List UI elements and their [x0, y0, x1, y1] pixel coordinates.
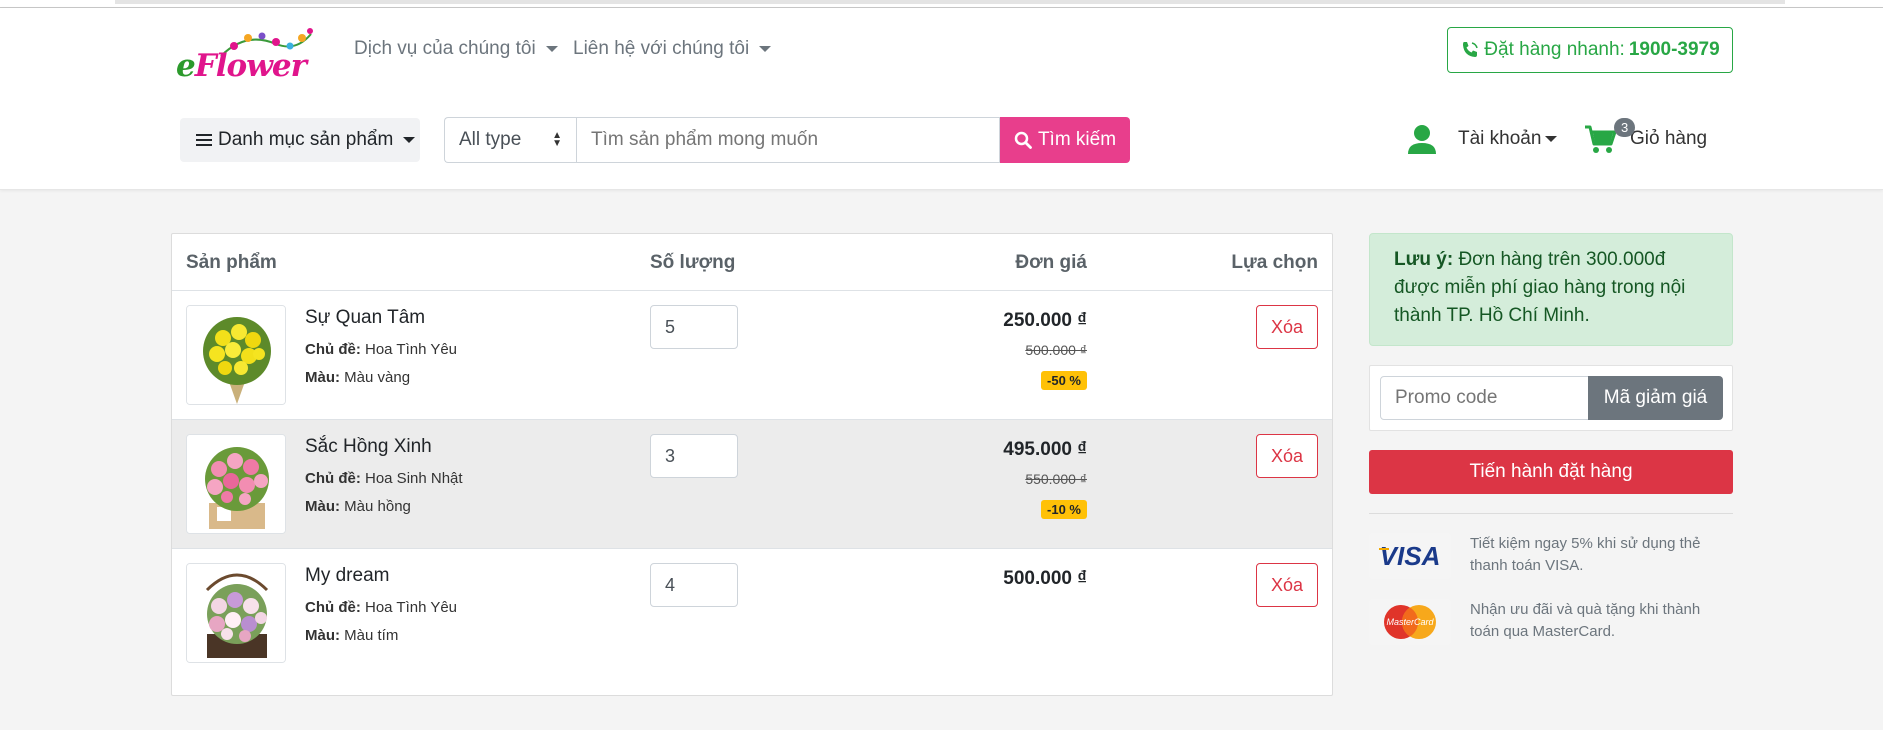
nav-services-label: Dịch vụ của chúng tôi	[354, 38, 536, 59]
site-logo[interactable]: eFlower	[176, 26, 316, 86]
logo-text: eFlower	[176, 48, 307, 84]
column-header-product: Sản phẩm	[186, 252, 277, 273]
mastercard-promo-text: Nhận ưu đãi và quà tặng khi thành toán q…	[1470, 601, 1701, 640]
chevron-down-icon	[545, 46, 558, 52]
discount-badge: -50 %	[1041, 371, 1087, 390]
old-price: 550.000 ₫	[1025, 471, 1087, 487]
nav-contact-label: Liên hệ với chúng tôi	[573, 38, 750, 59]
column-header-quantity: Số lượng	[650, 252, 736, 273]
svg-text:VISA: VISA	[1380, 541, 1441, 571]
topic-label: Chủ đề:	[305, 599, 361, 616]
product-name[interactable]: Sắc Hồng Xinh	[305, 436, 432, 458]
unit-price: 250.000 ₫	[1003, 310, 1087, 331]
nav-contact[interactable]: Liên hệ với chúng tôi	[573, 38, 772, 60]
product-topic: Chủ đề: Hoa Sinh Nhật	[305, 470, 463, 487]
promo-code-input[interactable]	[1380, 376, 1590, 420]
unit-price: 495.000 ₫	[1003, 439, 1087, 460]
hotline-number: 1900-3979	[1628, 39, 1720, 60]
product-topic: Chủ đề: Hoa Tình Yêu	[305, 599, 457, 616]
phone-icon	[1463, 42, 1479, 57]
category-menu-button[interactable]: Danh mục sản phẩm	[180, 118, 420, 162]
product-color: Màu: Màu hồng	[305, 498, 411, 515]
search-button[interactable]: Tìm kiếm	[1000, 117, 1130, 163]
chevron-down-icon	[759, 46, 772, 52]
cart-table: Sản phẩm Số lượng Đơn giá Lựa chọn Sự Qu…	[171, 233, 1333, 696]
shipping-note: Lưu ý: Đơn hàng trên 300.000đ được miễn …	[1369, 233, 1733, 346]
payment-mastercard: MasterCard Nhận ưu đãi và quà tặng khi t…	[1369, 599, 1733, 649]
hotline-button[interactable]: Đặt hàng nhanh: 1900-3979	[1447, 27, 1733, 73]
table-row: My dream Chủ đề: Hoa Tình Yêu Màu: Màu t…	[172, 548, 1332, 677]
quantity-input[interactable]: 5	[650, 305, 738, 349]
product-name[interactable]: Sự Quan Tâm	[305, 307, 425, 329]
visa-card-icon: VISA	[1369, 533, 1451, 579]
divider	[1369, 513, 1733, 514]
quantity-input[interactable]: 3	[650, 434, 738, 478]
chevron-down-icon	[403, 137, 416, 143]
color-value: Màu hồng	[344, 498, 411, 515]
cart-link[interactable]: 3 Giỏ hàng	[1584, 118, 1708, 154]
product-color: Màu: Màu tím	[305, 627, 398, 644]
yellow-roses-image	[187, 306, 285, 404]
promo-code-box: Mã giảm giá	[1369, 365, 1733, 431]
apply-promo-button[interactable]: Mã giảm giá	[1588, 376, 1723, 420]
color-label: Màu:	[305, 498, 340, 515]
color-value: Màu tím	[344, 627, 399, 644]
top-strip-shade	[115, 0, 1785, 4]
mastercard-card-icon: MasterCard	[1369, 599, 1451, 645]
column-header-action: Lựa chọn	[1231, 252, 1318, 273]
hamburger-icon	[196, 134, 212, 146]
visa-promo-text: Tiết kiệm ngay 5% khi sử dụng thẻ thanh …	[1470, 535, 1701, 574]
topic-label: Chủ đề:	[305, 341, 361, 358]
quantity-input[interactable]: 4	[650, 563, 738, 607]
checkout-button[interactable]: Tiến hành đặt hàng	[1369, 450, 1733, 494]
color-value: Màu vàng	[344, 369, 411, 386]
topic-label: Chủ đề:	[305, 470, 361, 487]
product-name[interactable]: My dream	[305, 565, 389, 587]
note-title: Lưu ý:	[1394, 249, 1454, 270]
search-input[interactable]	[576, 117, 1000, 163]
column-header-price: Đơn giá	[1015, 252, 1087, 273]
account-menu[interactable]: Tài khoản	[1406, 124, 1558, 154]
mixed-flowers-basket-image	[187, 564, 285, 662]
topic-value: Hoa Tình Yêu	[365, 341, 458, 358]
product-topic: Chủ đề: Hoa Tình Yêu	[305, 341, 457, 358]
cart-label: Giỏ hàng	[1630, 128, 1708, 149]
search-button-label: Tìm kiếm	[1037, 129, 1117, 150]
product-color: Màu: Màu vàng	[305, 369, 410, 386]
discount-badge: -10 %	[1041, 500, 1087, 519]
user-icon	[1408, 125, 1436, 154]
select-arrows-icon: ▲ ▼	[552, 130, 562, 149]
browser-top-strip	[0, 0, 1883, 8]
cart-count-badge: 3	[1614, 118, 1636, 137]
type-select[interactable]: All type ▲ ▼	[444, 117, 576, 163]
account-label: Tài khoản	[1458, 128, 1542, 149]
old-price: 500.000 ₫	[1025, 342, 1087, 358]
topic-value: Hoa Tình Yêu	[365, 599, 458, 616]
color-label: Màu:	[305, 627, 340, 644]
product-image[interactable]	[186, 305, 286, 405]
product-image[interactable]	[186, 434, 286, 534]
topic-value: Hoa Sinh Nhật	[365, 470, 463, 487]
svg-text:MasterCard: MasterCard	[1386, 617, 1434, 627]
site-header: eFlower Dịch vụ của chúng tôi Liên hệ vớ…	[0, 8, 1883, 190]
chevron-down-icon	[1545, 136, 1558, 142]
nav-services[interactable]: Dịch vụ của chúng tôi	[354, 38, 558, 60]
search-icon	[1014, 131, 1032, 149]
pink-roses-basket-image	[187, 435, 285, 533]
type-select-value: All type	[459, 129, 522, 150]
table-row: Sự Quan Tâm Chủ đề: Hoa Tình Yêu Màu: Mà…	[172, 290, 1332, 419]
color-label: Màu:	[305, 369, 340, 386]
unit-price: 500.000 ₫	[1003, 568, 1087, 589]
visa-logo-icon: VISA	[1379, 541, 1441, 571]
category-menu-label: Danh mục sản phẩm	[218, 129, 394, 150]
mastercard-logo-icon: MasterCard	[1384, 605, 1436, 639]
delete-button[interactable]: Xóa	[1256, 305, 1318, 349]
payment-visa: VISA Tiết kiệm ngay 5% khi sử dụng thẻ t…	[1369, 533, 1733, 583]
delete-button[interactable]: Xóa	[1256, 434, 1318, 478]
product-image[interactable]	[186, 563, 286, 663]
shopping-cart-icon	[1585, 125, 1616, 153]
table-row: Sắc Hồng Xinh Chủ đề: Hoa Sinh Nhật Màu:…	[172, 419, 1332, 548]
hotline-label: Đặt hàng nhanh:	[1484, 39, 1625, 60]
delete-button[interactable]: Xóa	[1256, 563, 1318, 607]
